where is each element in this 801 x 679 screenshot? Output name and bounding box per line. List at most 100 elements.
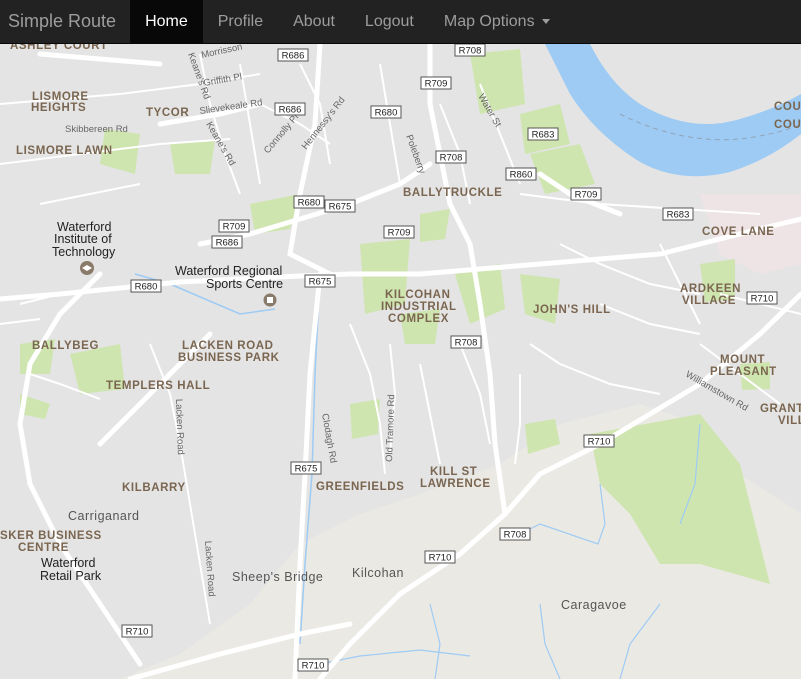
area-label-kilcohan-industrial: COMPLEX xyxy=(388,313,449,325)
poi-label-sports-centre: Waterford Regional xyxy=(175,264,282,278)
route-shield: R680 xyxy=(370,105,402,119)
area-label-ballybeg: BALLYBEG xyxy=(32,340,99,352)
place-label-caragavoe: Caragavoe xyxy=(561,598,627,612)
svg-text:R680: R680 xyxy=(298,198,321,209)
svg-text:R686: R686 xyxy=(216,238,239,249)
svg-text:R680: R680 xyxy=(375,108,398,119)
poi-label-retail-park: Waterford xyxy=(41,556,95,570)
map-svg[interactable]: ASHLEY COURT LISMORE HEIGHTS TYCOR LISMO… xyxy=(0,44,801,679)
street-label-old-tramore: Old Tramore Rd xyxy=(384,394,397,462)
svg-text:R675: R675 xyxy=(295,464,318,475)
route-shield: R680 xyxy=(130,279,162,293)
nav-logout[interactable]: Logout xyxy=(350,0,429,43)
sports-centre-icon[interactable] xyxy=(263,293,277,307)
svg-text:R675: R675 xyxy=(309,277,332,288)
svg-text:R709: R709 xyxy=(388,228,411,239)
route-shield: R683 xyxy=(662,207,694,221)
route-shield: R709 xyxy=(570,187,602,201)
svg-text:R675: R675 xyxy=(329,202,352,213)
route-shield: R710 xyxy=(583,434,615,448)
poi-label-retail-park: Retail Park xyxy=(40,569,102,583)
svg-text:R860: R860 xyxy=(510,170,533,181)
area-label-lacken-road-business-park: LACKEN ROAD xyxy=(182,340,274,352)
svg-text:R710: R710 xyxy=(751,294,774,305)
svg-text:R710: R710 xyxy=(126,627,149,638)
area-label-lismore-heights: HEIGHTS xyxy=(31,102,86,114)
street-label-lacken-road: Lacken Road xyxy=(173,399,186,455)
poi-label-wit: Institute of xyxy=(54,232,112,246)
svg-text:R708: R708 xyxy=(440,153,463,164)
map-canvas[interactable]: ASHLEY COURT LISMORE HEIGHTS TYCOR LISMO… xyxy=(0,44,801,679)
caret-down-icon xyxy=(541,19,550,24)
route-shield: R675 xyxy=(304,274,336,288)
svg-text:R708: R708 xyxy=(459,46,482,57)
svg-text:R709: R709 xyxy=(575,190,598,201)
svg-text:R708: R708 xyxy=(504,530,527,541)
place-label-kilcohan: Kilcohan xyxy=(352,566,404,580)
route-shield: R709 xyxy=(383,225,415,239)
route-shield: R683 xyxy=(527,127,559,141)
route-shield: R675 xyxy=(290,461,322,475)
nav-about[interactable]: About xyxy=(278,0,350,43)
area-label-business-centre: CENTRE xyxy=(18,542,69,554)
area-label-ashley-court: ASHLEY COURT xyxy=(10,44,108,52)
route-shield: R708 xyxy=(435,150,467,164)
svg-text:R680: R680 xyxy=(135,282,158,293)
area-label-kilcohan-industrial: KILCOHAN xyxy=(385,289,451,301)
area-label-mount-pleasant: PLEASANT xyxy=(710,366,777,378)
top-navbar: Simple Route Home Profile About Logout M… xyxy=(0,0,801,44)
svg-text:R686: R686 xyxy=(279,105,302,116)
map-options-label: Map Options xyxy=(443,12,535,30)
area-label-johns-hill: JOHN'S HILL xyxy=(533,304,611,316)
education-icon[interactable] xyxy=(80,261,94,275)
area-label-kill-st-lawrence: LAWRENCE xyxy=(420,478,491,490)
route-shield: R710 xyxy=(121,624,153,638)
route-shield: R686 xyxy=(211,235,243,249)
area-label-templers-hall: TEMPLERS HALL xyxy=(106,380,210,392)
poi-label-sports-centre: Sports Centre xyxy=(206,277,283,291)
svg-text:R683: R683 xyxy=(532,130,555,141)
svg-text:R683: R683 xyxy=(667,210,690,221)
area-label-kilcohan-industrial: INDUSTRIAL xyxy=(381,301,457,313)
area-label-grant: VILL xyxy=(778,415,801,427)
route-shield: R709 xyxy=(420,76,452,90)
nav-home[interactable]: Home xyxy=(130,0,203,43)
route-shield: R686 xyxy=(274,102,306,116)
svg-text:R710: R710 xyxy=(302,661,325,672)
nav-profile[interactable]: Profile xyxy=(203,0,278,43)
area-label-lismore-lawn: LISMORE LAWN xyxy=(16,145,113,157)
brand-link[interactable]: Simple Route xyxy=(0,0,130,43)
map-options-dropdown[interactable]: Map Options xyxy=(429,0,565,43)
svg-text:R710: R710 xyxy=(588,437,611,448)
svg-text:R686: R686 xyxy=(282,51,305,62)
place-label-carriganard: Carriganard xyxy=(68,509,140,523)
svg-text:R709: R709 xyxy=(425,79,448,90)
area-label-mount-pleasant: MOUNT xyxy=(720,354,765,366)
route-shield: R708 xyxy=(450,335,482,349)
area-label-tycor: TYCOR xyxy=(146,107,189,119)
svg-text:R708: R708 xyxy=(455,338,478,349)
svg-text:R710: R710 xyxy=(429,553,452,564)
route-shield: R710 xyxy=(424,550,456,564)
route-shield: R708 xyxy=(499,527,531,541)
route-shield: R710 xyxy=(746,291,778,305)
area-label-grant: GRANT xyxy=(760,403,801,415)
area-label-ardkeen-village: ARDKEEN xyxy=(680,283,741,295)
route-shield: R686 xyxy=(277,48,309,62)
area-label-kilbarry: KILBARRY xyxy=(122,482,186,494)
area-label-kill-st-lawrence: KILL ST xyxy=(430,466,477,478)
place-label-sheeps-bridge: Sheep's Bridge xyxy=(232,570,323,584)
route-shield: R710 xyxy=(297,658,329,672)
area-label-lacken-road-business-park: BUSINESS PARK xyxy=(178,352,280,364)
route-shield: R675 xyxy=(324,199,356,213)
area-label-greenfields: GREENFIELDS xyxy=(316,481,404,493)
area-label-business-centre: SKER BUSINESS xyxy=(0,530,102,542)
street-label-skibbereen: Skibbereen Rd xyxy=(65,124,128,135)
area-label-cove-lane: COVE LANE xyxy=(702,226,775,238)
route-shield: R680 xyxy=(293,195,325,209)
area-label-ballytruckle: BALLYTRUCKLE xyxy=(403,187,502,199)
poi-label-wit: Technology xyxy=(52,245,116,259)
route-shield: R860 xyxy=(505,167,537,181)
route-shield: R708 xyxy=(454,44,486,57)
area-label-count: COUN xyxy=(774,119,801,131)
